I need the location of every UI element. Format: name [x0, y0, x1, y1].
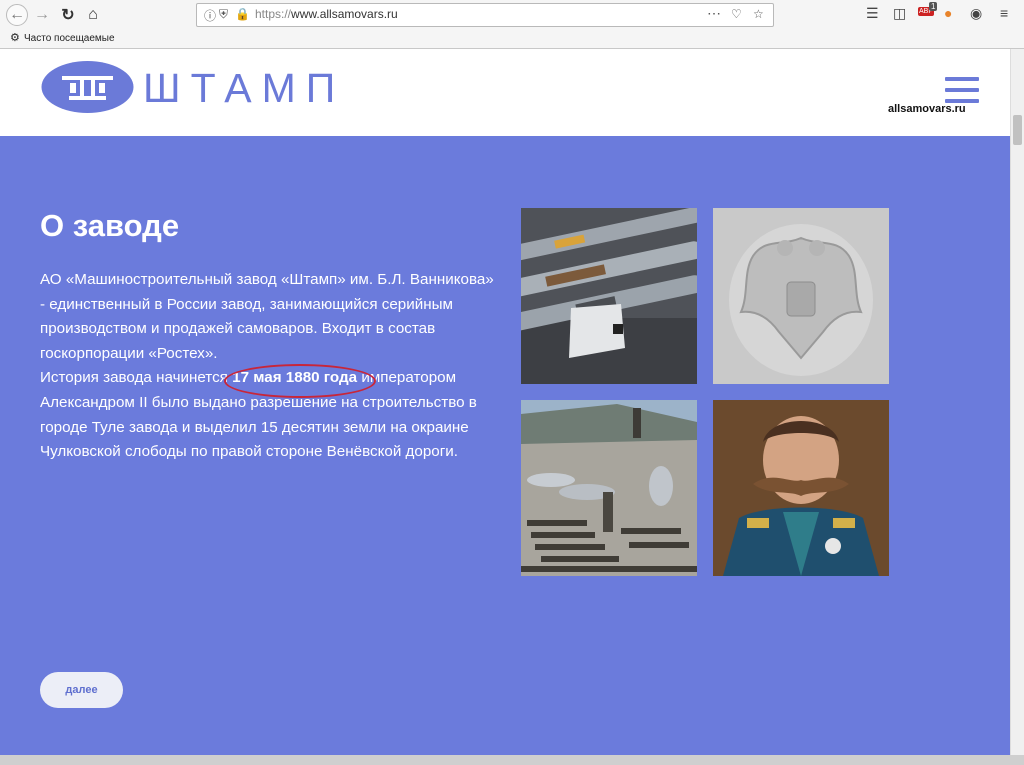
notification-badge: 1: [929, 2, 938, 11]
alexander-ii-portrait-image: [713, 400, 889, 576]
about-text: АО «Машиностроительный завод «Штамп» им.…: [40, 268, 500, 465]
forward-arrow-icon[interactable]: →: [31, 4, 53, 26]
url-text[interactable]: https://www.allsamovars.ru: [255, 7, 398, 21]
coat-of-arms-image: [713, 208, 889, 384]
tracking-shield-icon[interactable]: ⛨: [219, 7, 228, 22]
hamburger-menu-icon[interactable]: [945, 77, 979, 103]
browser-chrome: ← → ↻ ⌂ ⓘ ⛨ 🔒 https://www.allsamovars.ru…: [0, 0, 1024, 49]
info-icon[interactable]: ⓘ: [204, 7, 216, 24]
extension-icon[interactable]: ●: [944, 5, 952, 21]
shtamp-logo[interactable]: [40, 59, 135, 115]
account-icon[interactable]: ◉: [970, 5, 982, 22]
back-arrow-icon[interactable]: ←: [6, 4, 28, 26]
weapons-exhibition-image: [521, 400, 697, 576]
lock-icon[interactable]: 🔒: [235, 7, 250, 21]
library-icon[interactable]: ☰: [866, 5, 879, 22]
bookmark-star-icon[interactable]: ☆: [753, 7, 764, 21]
bookmark-most-visited[interactable]: Часто посещаемые: [24, 33, 115, 44]
sidebar-icon[interactable]: ◫: [893, 5, 906, 22]
page-scrollbar[interactable]: [1010, 49, 1024, 755]
address-bar[interactable]: ⓘ ⛨ 🔒 https://www.allsamovars.ru ⋯ ♡ ☆: [196, 3, 774, 27]
history-text-start: История завода начинется: [40, 369, 233, 387]
founding-date: 17 мая 1880 года: [224, 364, 377, 399]
missile-image: [521, 208, 697, 384]
bookmarks-toolbar: ⚙ Часто посещаемые: [0, 30, 1024, 48]
reload-icon[interactable]: ↻: [57, 4, 79, 26]
window-bottom-edge: [0, 755, 1024, 765]
section-title: О заводе: [40, 208, 180, 243]
browser-menu-icon[interactable]: ≡: [1000, 5, 1008, 21]
more-button[interactable]: далее: [40, 672, 123, 708]
gear-icon: ⚙: [10, 32, 20, 44]
web-page: ШТАМП allsamovars.ru О заводе АО «Машино…: [0, 49, 1010, 755]
pocket-icon[interactable]: ♡: [731, 7, 742, 21]
intro-text: АО «Машиностроительный завод «Штамп» им.…: [40, 271, 494, 362]
site-domain: allsamovars.ru: [888, 103, 966, 115]
url-protocol: https://: [255, 7, 292, 21]
browser-toolbar: ← → ↻ ⌂ ⓘ ⛨ 🔒 https://www.allsamovars.ru…: [0, 0, 1024, 30]
about-section: О заводе АО «Машиностроительный завод «Ш…: [0, 136, 1010, 755]
url-domain: www.allsamovars.ru: [291, 7, 398, 21]
scrollbar-thumb[interactable]: [1013, 115, 1022, 145]
brand-name: ШТАМП: [143, 65, 346, 111]
page-actions-icon[interactable]: ⋯: [707, 5, 721, 22]
home-icon[interactable]: ⌂: [82, 4, 104, 26]
site-header: ШТАМП allsamovars.ru: [0, 49, 1010, 136]
